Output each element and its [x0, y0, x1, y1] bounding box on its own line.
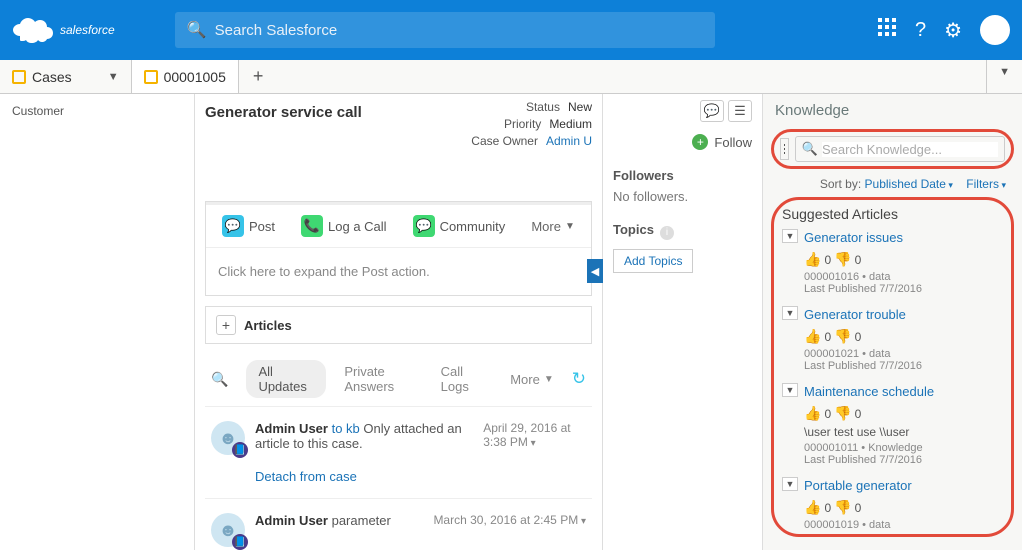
article-menu[interactable]: ▼ — [782, 477, 798, 491]
article-link[interactable]: Maintenance schedule — [804, 384, 934, 399]
feed-time[interactable]: March 30, 2016 at 2:45 PM — [433, 513, 586, 528]
article-link[interactable]: Generator trouble — [804, 307, 906, 322]
center-panel: Generator service call StatusNew Priorit… — [195, 94, 602, 550]
global-header: salesforce 🔍 ? ⚙ ☻ — [0, 0, 1022, 60]
thumbs-down-icon[interactable]: 👎 — [834, 328, 851, 345]
follow-button[interactable]: + Follow — [613, 134, 752, 150]
tab-cases[interactable]: Cases ▼ — [0, 60, 132, 93]
knowledge-search-row: 🔍 — [771, 129, 1014, 169]
filters-dropdown[interactable]: Filters — [966, 177, 1006, 191]
article-menu[interactable]: ▼ — [782, 383, 798, 397]
kb-badge-icon: 📘 — [232, 534, 248, 550]
thumbs-down-icon[interactable]: 👎 — [834, 405, 851, 422]
case-owner-link[interactable]: Admin U — [546, 134, 592, 148]
info-icon[interactable]: i — [660, 226, 674, 240]
help-icon[interactable]: ? — [915, 19, 926, 42]
thumbs-up-icon[interactable]: 👍 — [804, 328, 821, 345]
publisher-log-tab[interactable]: 📞Log a Call — [291, 209, 397, 243]
knowledge-panel: Knowledge 🔍 Sort by: Published Date Filt… — [762, 94, 1022, 550]
thumbs-down-icon[interactable]: 👎 — [834, 251, 851, 268]
thumbs-up-icon[interactable]: 👍 — [804, 251, 821, 268]
feed-publisher: 💬Post 📞Log a Call 💬Community More▼ Click… — [205, 201, 592, 296]
chevron-down-icon: ▼ — [565, 221, 575, 232]
publisher-community-tab[interactable]: 💬Community — [403, 209, 516, 243]
header-actions: ? ⚙ ☻ — [877, 15, 1010, 45]
post-icon: 💬 — [222, 215, 244, 237]
tab-overflow[interactable]: ▼ — [986, 60, 1022, 93]
feed-search-icon[interactable]: 🔍 — [211, 371, 228, 388]
salesforce-logo: salesforce — [12, 16, 115, 44]
thumbs-up-icon[interactable]: 👍 — [804, 405, 821, 422]
compact-feed-icon[interactable]: 💬 — [700, 100, 724, 122]
chevron-down-icon[interactable]: ▼ — [108, 71, 119, 83]
global-search[interactable]: 🔍 — [175, 12, 715, 48]
setup-gear-icon[interactable]: ⚙ — [944, 18, 962, 43]
community-icon: 💬 — [413, 215, 435, 237]
plus-icon: + — [692, 134, 708, 150]
articles-widget[interactable]: + Articles — [205, 306, 592, 344]
thumbs-up-icon[interactable]: 👍 — [804, 499, 821, 516]
app-launcher-icon[interactable] — [877, 17, 897, 43]
sort-by-dropdown[interactable]: Published Date — [865, 177, 953, 191]
chevron-down-icon: ▼ — [544, 374, 554, 385]
suggested-articles: Suggested Articles ▼ Generator issues 👍0… — [771, 197, 1014, 537]
knowledge-article: ▼ Maintenance schedule 👍0👎0 \user test u… — [782, 380, 1003, 474]
feed-item: ☻📘 Admin User parameter March 30, 2016 a… — [205, 499, 592, 550]
article-menu[interactable]: ▼ — [782, 229, 798, 243]
customer-label: Customer — [12, 104, 182, 118]
phone-icon: 📞 — [301, 215, 323, 237]
global-search-input[interactable] — [215, 22, 703, 39]
detach-link[interactable]: Detach from case — [255, 469, 357, 484]
feed-item: ☻📘 Admin User to kb Only attached an art… — [205, 407, 592, 499]
filter-all-updates[interactable]: All Updates — [246, 360, 326, 398]
case-icon — [144, 70, 158, 84]
publisher-more[interactable]: More▼ — [521, 213, 585, 240]
thumbs-down-icon[interactable]: 👎 — [834, 499, 851, 516]
article-menu[interactable]: ▼ — [782, 306, 798, 320]
add-tab-button[interactable]: + — [239, 60, 278, 93]
followers-panel: ◀ 💬 ☰ + Follow Followers No followers. T… — [602, 94, 762, 550]
knowledge-article: ▼ Generator issues 👍0👎0 000001016 • data… — [782, 226, 1003, 303]
feed-time[interactable]: April 29, 2016 at 3:38 PM — [483, 421, 586, 451]
knowledge-article: ▼ Generator trouble 👍0👎0 000001021 • dat… — [782, 303, 1003, 380]
publisher-post-tab[interactable]: 💬Post — [212, 209, 285, 243]
filter-call-logs[interactable]: Call Logs — [441, 364, 487, 394]
list-view-icon[interactable]: ☰ — [728, 100, 752, 122]
knowledge-sort: Sort by: Published Date Filters — [763, 171, 1022, 197]
add-topics-button[interactable]: Add Topics — [613, 249, 693, 273]
feed-filters: 🔍 All Updates Private Answers Call Logs … — [205, 352, 592, 407]
refresh-icon[interactable]: ↻ — [572, 369, 586, 389]
tab-case-record[interactable]: 00001005 — [132, 60, 239, 93]
panel-collapse-handle[interactable]: ◀ — [587, 259, 603, 283]
knowledge-menu-icon[interactable] — [780, 138, 789, 160]
knowledge-article: ▼ Portable generator 👍0👎0 000001019 • da… — [782, 474, 1003, 537]
knowledge-search[interactable]: 🔍 — [795, 136, 1005, 162]
publisher-expand-hint[interactable]: Click here to expand the Post action. — [206, 247, 591, 295]
search-icon: 🔍 — [802, 141, 818, 157]
filter-private[interactable]: Private Answers — [344, 364, 422, 394]
article-link[interactable]: Portable generator — [804, 478, 912, 493]
avatar: ☻📘 — [211, 513, 245, 547]
kb-badge-icon: 📘 — [232, 442, 248, 458]
add-article-button[interactable]: + — [216, 315, 236, 335]
case-title: Generator service call — [205, 104, 362, 143]
knowledge-search-input[interactable] — [822, 142, 998, 157]
article-link[interactable]: Generator issues — [804, 230, 903, 245]
user-avatar[interactable]: ☻ — [980, 15, 1010, 45]
avatar: ☻📘 — [211, 421, 245, 455]
workspace-tabs: Cases ▼ 00001005 + ▼ — [0, 60, 1022, 94]
filter-more[interactable]: More▼ — [510, 372, 554, 387]
case-icon — [12, 70, 26, 84]
search-icon: 🔍 — [187, 20, 207, 40]
left-panel: Customer — [0, 94, 195, 550]
